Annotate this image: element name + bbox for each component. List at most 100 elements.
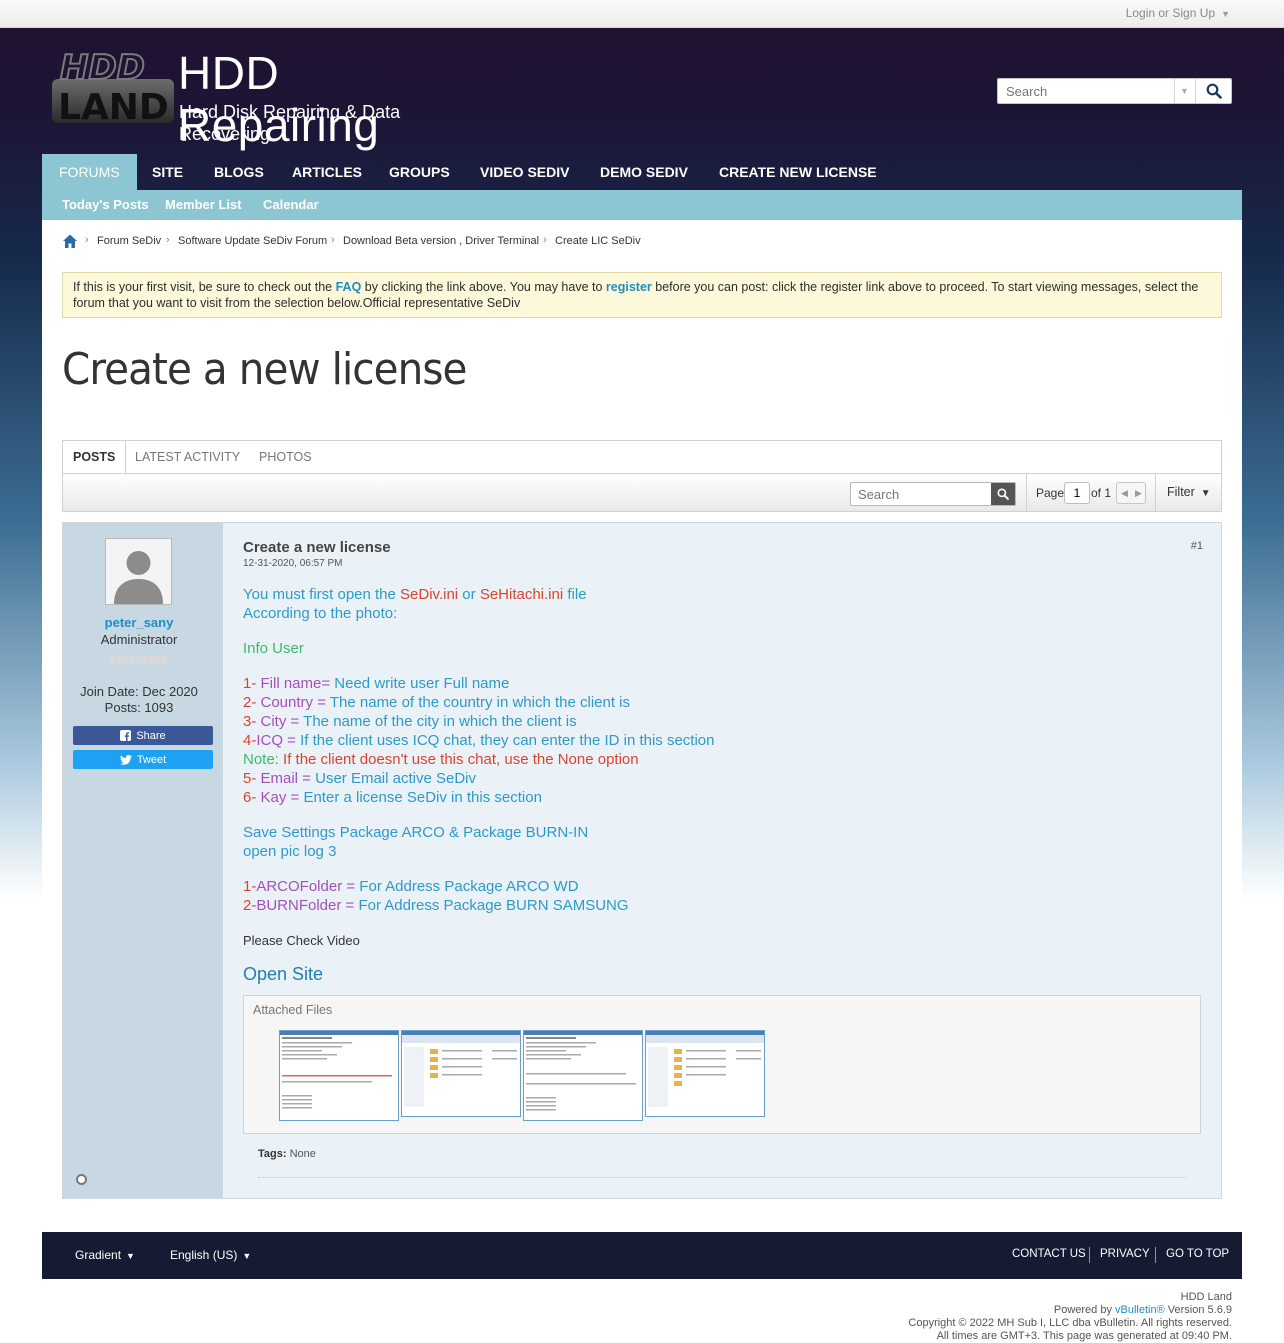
facebook-icon <box>120 730 132 741</box>
twitter-tweet-button[interactable]: Tweet <box>73 750 213 769</box>
attachment-thumbnail[interactable] <box>645 1030 765 1117</box>
footer-contact-us[interactable]: CONTACT US <box>1012 1248 1086 1260</box>
tab-latest-activity[interactable]: LATEST ACTIVITY <box>125 441 250 474</box>
topic-search <box>850 482 1016 506</box>
search-options-dropdown[interactable]: ▼ <box>1174 79 1194 103</box>
style-chooser[interactable]: Gradient ▼ <box>75 1248 135 1262</box>
chevron-right-icon: › <box>166 234 170 246</box>
timezone-notice: All times are GMT+3. This page was gener… <box>936 1330 1232 1342</box>
copyright-site: HDD Land <box>1180 1291 1232 1303</box>
caret-down-icon: ▼ <box>1221 9 1230 19</box>
online-status-indicator <box>76 1174 87 1185</box>
conversation-tabs: POSTS LATEST ACTIVITY PHOTOS <box>62 440 1222 474</box>
open-site-link[interactable]: Open Site <box>243 963 323 985</box>
nav-create-new-license[interactable]: CREATE NEW LICENSE <box>702 154 894 190</box>
post-line: Info User <box>243 640 304 657</box>
twitter-icon <box>119 754 132 765</box>
post: peter_sany Administrator Join Date: Dec … <box>62 522 1222 1199</box>
nav-articles[interactable]: ARTICLES <box>275 154 379 190</box>
header-search: ▼ <box>997 78 1232 104</box>
author-post-count: Posts: 1093 <box>104 700 174 715</box>
filter-caret-icon: ▼ <box>1200 488 1211 499</box>
tags-label: Tags: <box>258 1148 287 1160</box>
page-of-label: of 1 <box>1091 486 1112 500</box>
footer-go-to-top[interactable]: GO TO TOP <box>1166 1248 1229 1260</box>
footer-bar: Gradient ▼ English (US) ▼ CONTACT US PRIVA… <box>42 1232 1242 1279</box>
faq-link[interactable]: FAQ <box>336 280 362 294</box>
filter-button[interactable]: Filter ▼ <box>1167 485 1211 499</box>
post-body: Create a new license 12-31-2020, 06:57 P… <box>243 523 1203 1198</box>
facebook-share-button[interactable]: Share <box>73 726 213 745</box>
subnav-member-list[interactable]: Member List <box>165 190 242 219</box>
main-nav: FORUMS SITE BLOGS ARTICLES GROUPS VIDEO … <box>42 154 1242 190</box>
home-icon[interactable] <box>62 233 78 249</box>
copyright-powered: Powered by vBulletin® Version 5.6.9 <box>1053 1304 1232 1316</box>
page-title: Create a new license <box>62 344 467 395</box>
breadcrumb-create-lic[interactable]: Create LIC SeDiv <box>555 235 641 247</box>
top-bar: Login or Sign Up ▼ <box>0 0 1284 28</box>
author-name[interactable]: peter_sany <box>63 615 215 630</box>
post-number-link[interactable]: #1 <box>1191 540 1203 552</box>
topic-search-input[interactable] <box>851 483 991 505</box>
subnav-calendar[interactable]: Calendar <box>263 190 319 219</box>
chevron-right-icon: › <box>85 234 89 246</box>
topic-search-button[interactable] <box>991 483 1015 505</box>
svg-text:HDD: HDD <box>60 48 145 88</box>
site-logo[interactable]: HDD LAND HDD Repairing Hard Disk Repairi… <box>50 47 480 151</box>
main-content: › Forum SeDiv › Software Update SeDiv Fo… <box>42 220 1242 1232</box>
header-search-input[interactable] <box>998 79 1174 103</box>
next-page-icon[interactable]: ▶ <box>1135 488 1142 499</box>
author-role: Administrator <box>100 632 178 647</box>
search-icon <box>997 488 1009 500</box>
author-join-date: Join Date: Dec 2020 <box>80 684 198 699</box>
login-label[interactable]: Login or Sign Up <box>1126 6 1215 20</box>
breadcrumb-forum-sediv[interactable]: Forum SeDiv <box>97 235 161 247</box>
tab-posts[interactable]: POSTS <box>63 441 127 474</box>
nav-groups[interactable]: GROUPS <box>372 154 467 190</box>
attached-files: Attached Files <box>243 995 1201 1134</box>
posts-toolbar: Page of 1 ◀ ▶ Filter ▼ <box>62 473 1222 512</box>
caret-down-icon: ▼ <box>126 1251 135 1261</box>
filter-label: Filter <box>1167 485 1195 499</box>
post-line: 2- Country = The name of the country in … <box>243 694 631 711</box>
hdd-land-logo-icon: HDD LAND <box>52 47 174 125</box>
style-label: Gradient <box>75 1248 122 1262</box>
attachment-thumbnail[interactable] <box>523 1030 643 1121</box>
avatar[interactable] <box>105 538 172 605</box>
share-label: Share <box>136 729 166 742</box>
post-line: Note: If the client doesn't use this cha… <box>243 751 639 768</box>
attachment-thumbnail[interactable] <box>401 1030 521 1117</box>
tab-photos[interactable]: PHOTOS <box>249 441 322 474</box>
post-line: Save Settings Package ARCO & Package BUR… <box>243 824 589 841</box>
pagination: Page of 1 ◀ ▶ <box>1026 474 1156 511</box>
nav-site[interactable]: SITE <box>135 154 200 190</box>
page-number-input[interactable] <box>1064 482 1090 504</box>
register-link[interactable]: register <box>606 280 652 294</box>
welcome-notice: If this is your first visit, be sure to … <box>62 272 1222 318</box>
vbulletin-link[interactable]: vBulletin® <box>1115 1304 1165 1316</box>
notice-text: by clicking the link above. You may have… <box>361 280 606 294</box>
page-arrows: ◀ ▶ <box>1116 482 1146 504</box>
svg-text:LAND: LAND <box>58 87 169 125</box>
login-signup-link[interactable]: Login or Sign Up ▼ <box>1126 6 1230 20</box>
reputation-bar <box>109 655 167 664</box>
nav-video-sediv[interactable]: VIDEO SEDIV <box>463 154 586 190</box>
attached-files-title: Attached Files <box>253 1003 333 1017</box>
nav-blogs[interactable]: BLOGS <box>197 154 281 190</box>
subnav-todays-posts[interactable]: Today's Posts <box>62 190 149 219</box>
post-line: According to the photo: <box>243 605 398 622</box>
attachment-thumbnail[interactable] <box>279 1030 399 1121</box>
nav-forums[interactable]: FORUMS <box>42 154 137 190</box>
header-search-button[interactable] <box>1195 79 1231 103</box>
prev-page-icon[interactable]: ◀ <box>1121 488 1128 499</box>
breadcrumb-download-beta[interactable]: Download Beta version , Driver Terminal <box>343 235 539 247</box>
post-tags: Tags: None <box>258 1148 316 1160</box>
breadcrumb-software-update[interactable]: Software Update SeDiv Forum <box>178 235 327 247</box>
nav-demo-sediv[interactable]: DEMO SEDIV <box>583 154 705 190</box>
divider <box>258 1177 1186 1178</box>
language-chooser[interactable]: English (US) ▼ <box>170 1248 251 1262</box>
post-line: 3- City = The name of the city in which … <box>243 713 577 730</box>
chevron-right-icon: › <box>331 234 335 246</box>
footer-privacy[interactable]: PRIVACY <box>1100 1248 1150 1260</box>
post-line: 1-ARCOFolder = For Address Package ARCO … <box>243 878 579 895</box>
